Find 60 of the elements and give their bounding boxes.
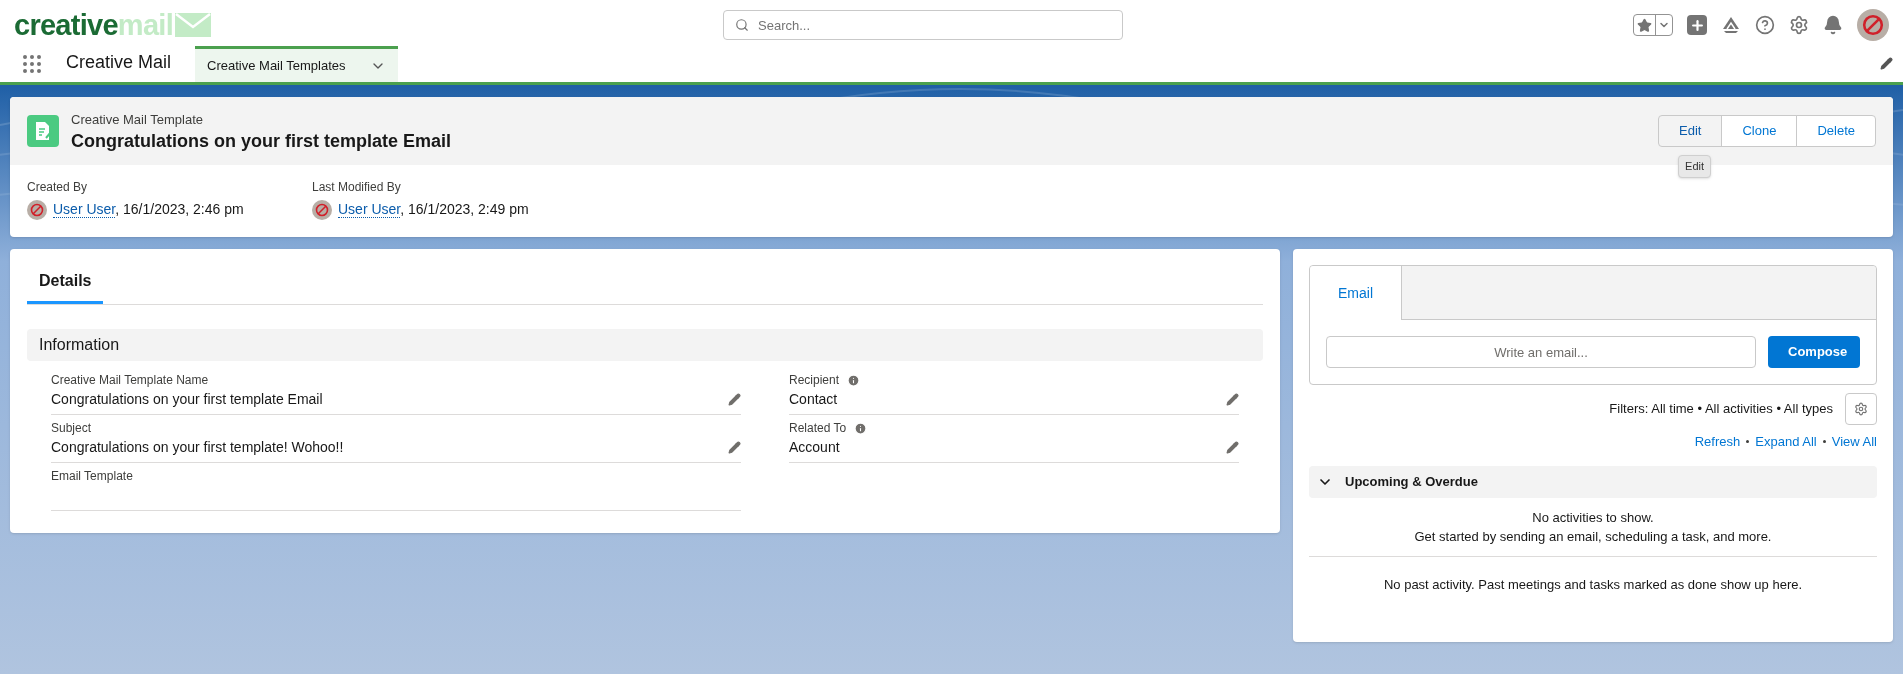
- logo-text: creativemail: [14, 10, 173, 40]
- empty-message: No past activity. Past meetings and tasks marked as done show up here.: [1383, 575, 1803, 594]
- field-label: Creative Mail Template Name: [51, 372, 209, 389]
- empty-message: No activities to show.: [1532, 508, 1654, 527]
- avatar-icon: [1857, 9, 1889, 41]
- field-value: Account: [789, 438, 840, 457]
- modified-time: , 16/1/2023, 2:49 pm: [400, 201, 529, 217]
- record-title: Congratulations on your first template Email: [71, 129, 452, 152]
- activity-link[interactable]: View All: [1831, 432, 1877, 452]
- nav-tab[interactable]: Creative Mail Templates: [195, 46, 398, 82]
- user-link[interactable]: User User: [53, 201, 116, 218]
- star-icon: [1637, 17, 1652, 33]
- app-name: Creative Mail: [66, 51, 172, 74]
- tooltip: Edit: [1678, 155, 1711, 178]
- filter-settings-button[interactable]: [1845, 393, 1877, 425]
- avatar-icon: [312, 199, 332, 220]
- details-tab[interactable]: Details: [27, 261, 104, 304]
- action-button[interactable]: Clone: [1721, 115, 1798, 147]
- pencil-icon[interactable]: [728, 441, 741, 454]
- field-value: Congratulations on your first template! Wohoo!!: [51, 438, 344, 457]
- section-toggle[interactable]: Upcoming & Overdue: [1309, 465, 1877, 498]
- plus-icon: [1689, 17, 1705, 33]
- field-label: Recipient: [789, 372, 840, 389]
- favorites-button[interactable]: [1633, 14, 1673, 36]
- activity-link[interactable]: Refresh: [1694, 432, 1741, 452]
- compose-button[interactable]: Compose: [1768, 336, 1860, 368]
- search-field[interactable]: Search...: [723, 10, 1123, 40]
- section-header: Information: [27, 329, 1263, 361]
- settings-icon[interactable]: [1789, 15, 1809, 35]
- document-icon: [27, 115, 59, 147]
- empty-message: Get started by sending an email, scheduling a task, and more.: [1414, 527, 1772, 546]
- filters-text: Filters: All time • All activities • All types: [1609, 400, 1833, 419]
- field-label: Subject: [51, 420, 92, 437]
- action-button[interactable]: Edit: [1658, 115, 1723, 147]
- avatar-icon: [27, 199, 47, 220]
- activity-tab[interactable]: Email: [1310, 266, 1402, 320]
- meta-label: Last Modified By: [312, 179, 402, 196]
- pencil-icon[interactable]: [1880, 57, 1893, 70]
- activity-link[interactable]: Expand All: [1755, 432, 1817, 452]
- modified-time: , 16/1/2023, 2:46 pm: [115, 201, 244, 217]
- pencil-icon[interactable]: [1226, 393, 1239, 406]
- field-value: Congratulations on your first template Email: [51, 390, 323, 409]
- pencil-icon[interactable]: [728, 393, 741, 406]
- envelope-icon: [175, 13, 211, 37]
- email-input[interactable]: Write an email...: [1326, 336, 1756, 368]
- app-launcher-icon[interactable]: [20, 52, 44, 76]
- bell-icon[interactable]: [1823, 15, 1843, 35]
- search-icon: [735, 18, 749, 32]
- field-label: Email Template: [51, 468, 133, 485]
- mountain-icon[interactable]: [1721, 15, 1741, 35]
- action-button[interactable]: Delete: [1796, 115, 1876, 147]
- help-icon[interactable]: [1755, 15, 1775, 35]
- settings-icon: [1854, 402, 1868, 416]
- user-link[interactable]: User User: [338, 201, 401, 218]
- object-type: Creative Mail Template: [71, 111, 204, 129]
- meta-label: Created By: [27, 179, 89, 196]
- pencil-icon[interactable]: [1226, 441, 1239, 454]
- add-button[interactable]: [1687, 15, 1707, 35]
- field-label: Related To: [789, 420, 847, 437]
- field-value: Contact: [789, 390, 838, 409]
